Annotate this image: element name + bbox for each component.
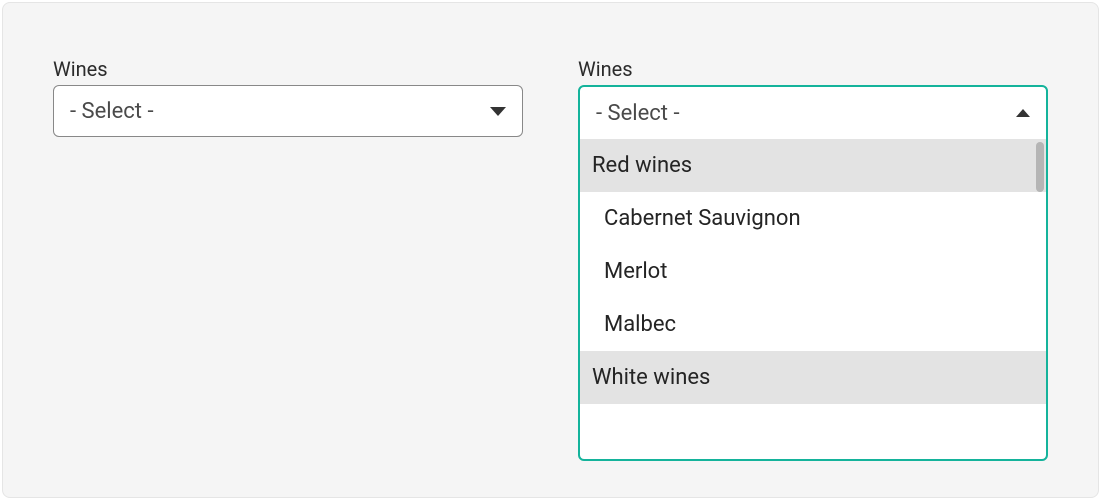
optgroup-white-wines: White wines [580,351,1046,404]
option-malbec[interactable]: Malbec [580,298,1046,351]
chevron-down-icon [490,107,506,116]
select-closed-example: Wines - Select - [53,57,523,443]
select-open-example: Wines - Select - Red wines Cabernet Sauv… [578,57,1048,443]
wines-select-closed[interactable]: - Select - [53,85,523,137]
select-value-right: - Select - [596,101,680,126]
field-label-left: Wines [53,57,523,81]
component-example-panel: Wines - Select - Wines - Select - Red wi… [2,2,1099,498]
scrollbar-thumb[interactable] [1036,142,1044,192]
select-open-header[interactable]: - Select - [580,87,1046,139]
chevron-up-icon [1016,109,1030,117]
option-cabernet-sauvignon[interactable]: Cabernet Sauvignon [580,192,1046,245]
option-merlot[interactable]: Merlot [580,245,1046,298]
select-value-left: - Select - [70,99,154,124]
optgroup-red-wines: Red wines [580,139,1046,192]
dropdown-list[interactable]: Red wines Cabernet Sauvignon Merlot Malb… [580,139,1046,459]
field-label-right: Wines [578,57,1048,81]
option-partial[interactable] [580,404,1046,428]
wines-select-open[interactable]: - Select - Red wines Cabernet Sauvignon … [578,85,1048,461]
